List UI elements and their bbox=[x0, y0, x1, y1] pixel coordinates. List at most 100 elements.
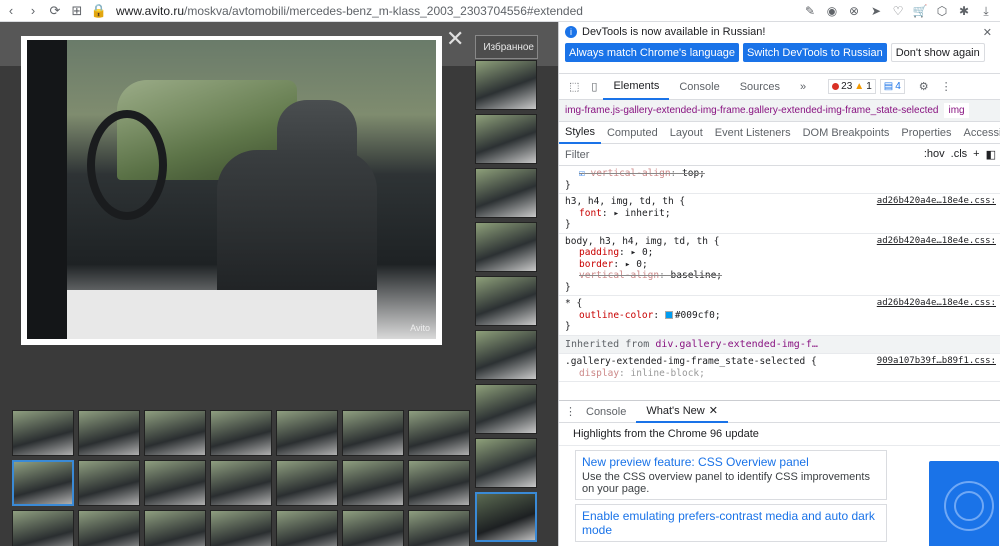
grid-thumbnail[interactable] bbox=[408, 460, 470, 506]
side-thumbnail[interactable] bbox=[475, 330, 537, 380]
feature-card-title[interactable]: Enable emulating prefers-contrast media … bbox=[582, 509, 880, 537]
grid-thumbnail[interactable] bbox=[342, 510, 404, 546]
close-tab-icon[interactable]: ✕ bbox=[709, 404, 718, 417]
heart-icon[interactable]: ♡ bbox=[888, 4, 908, 18]
side-thumbnail[interactable] bbox=[475, 114, 537, 164]
style-property[interactable]: display: inline-block; bbox=[565, 368, 994, 380]
puzzle-icon[interactable]: ✱ bbox=[954, 4, 974, 18]
style-property[interactable]: vertical-align: baseline; bbox=[565, 270, 994, 282]
messages-badge[interactable]: ▤ 4 bbox=[879, 79, 905, 94]
address-bar[interactable]: www.avito.ru /moskva/avtomobili/mercedes… bbox=[116, 4, 583, 18]
tab-sources[interactable]: Sources bbox=[730, 74, 790, 100]
grid-thumbnail[interactable] bbox=[408, 410, 470, 456]
favorite-button[interactable]: Избранное bbox=[475, 35, 538, 59]
grid-thumbnail[interactable] bbox=[342, 410, 404, 456]
style-property[interactable]: ☑ vertical-align: top; bbox=[565, 168, 994, 180]
device-icon[interactable]: ▯ bbox=[585, 74, 603, 100]
checkbox-icon[interactable]: ☑ bbox=[579, 168, 585, 179]
subtab-accessibility[interactable]: Accessibility bbox=[958, 122, 1000, 144]
feature-card[interactable]: Enable emulating prefers-contrast media … bbox=[575, 504, 887, 542]
download-icon[interactable]: ⤓ bbox=[976, 4, 996, 19]
gallery-main-image[interactable]: Avito bbox=[21, 36, 442, 345]
rule-close: } bbox=[565, 281, 571, 293]
hov-toggle[interactable]: :hov bbox=[924, 148, 945, 161]
grid-thumbnail[interactable] bbox=[12, 510, 74, 546]
grid-thumbnail[interactable] bbox=[210, 510, 272, 546]
grid-thumbnail[interactable] bbox=[210, 410, 272, 456]
feature-card[interactable]: New preview feature: CSS Overview panel … bbox=[575, 450, 887, 500]
subtab-event-listeners[interactable]: Event Listeners bbox=[709, 122, 797, 144]
grid-thumbnail[interactable] bbox=[144, 410, 206, 456]
tab-elements[interactable]: Elements bbox=[603, 74, 670, 100]
grid-thumbnail[interactable] bbox=[78, 510, 140, 546]
subtab-dom-breakpoints[interactable]: DOM Breakpoints bbox=[797, 122, 896, 144]
breadcrumb-item[interactable]: img-frame.js-gallery-extended-img-frame.… bbox=[565, 105, 938, 116]
tab-console[interactable]: Console bbox=[669, 74, 729, 100]
inherited-link[interactable]: div.gallery-extended-img-f… bbox=[655, 339, 818, 350]
reload-icon[interactable]: ⟳ bbox=[44, 3, 66, 19]
drawer-menu-icon[interactable]: ⋮ bbox=[565, 405, 576, 418]
cls-toggle[interactable]: .cls bbox=[951, 148, 968, 161]
property-name: border bbox=[579, 258, 614, 270]
subtab-properties[interactable]: Properties bbox=[895, 122, 957, 144]
style-property[interactable]: padding: ▸ 0; bbox=[565, 247, 994, 259]
style-property[interactable]: border: ▸ 0; bbox=[565, 259, 994, 271]
send-icon[interactable]: ➤ bbox=[866, 4, 886, 18]
grid-thumbnail-selected[interactable] bbox=[12, 460, 74, 506]
grid-thumbnail[interactable] bbox=[276, 410, 338, 456]
cart-icon[interactable]: 🛒 bbox=[910, 4, 930, 18]
rule-source-link[interactable]: ad26b420a4e…18e4e.css: bbox=[877, 298, 996, 310]
rule-source-link[interactable]: ad26b420a4e…18e4e.css: bbox=[877, 236, 996, 248]
back-icon[interactable]: ‹ bbox=[0, 3, 22, 18]
grid-thumbnail[interactable] bbox=[12, 410, 74, 456]
issues-badge[interactable]: 23 ▲ 1 bbox=[828, 79, 876, 94]
rule-source-link[interactable]: 909a107b39f…b89f1.css: bbox=[877, 356, 996, 368]
style-property[interactable]: font: ▸ inherit; bbox=[565, 208, 994, 220]
drawer-tab-console[interactable]: Console bbox=[576, 401, 636, 423]
subtab-styles[interactable]: Styles bbox=[559, 122, 601, 144]
grid-thumbnail[interactable] bbox=[210, 460, 272, 506]
grid-thumbnail[interactable] bbox=[144, 510, 206, 546]
dont-show-button[interactable]: Don't show again bbox=[890, 43, 985, 62]
subtab-computed[interactable]: Computed bbox=[601, 122, 664, 144]
side-thumbnail[interactable] bbox=[475, 276, 537, 326]
more-tabs-icon[interactable]: » bbox=[790, 74, 816, 100]
side-thumbnail[interactable] bbox=[475, 438, 537, 488]
side-thumbnail-selected[interactable] bbox=[475, 492, 537, 542]
subtab-layout[interactable]: Layout bbox=[664, 122, 709, 144]
camera-icon[interactable]: ◉ bbox=[822, 4, 842, 18]
side-thumbnail[interactable] bbox=[475, 384, 537, 434]
filter-input[interactable]: Filter bbox=[565, 149, 589, 161]
grid-thumbnail[interactable] bbox=[276, 510, 338, 546]
match-language-button[interactable]: Always match Chrome's language bbox=[565, 43, 739, 62]
apps-icon[interactable]: ⊞ bbox=[66, 3, 88, 19]
grid-thumbnail[interactable] bbox=[276, 460, 338, 506]
close-banner-icon[interactable]: ✕ bbox=[983, 26, 992, 39]
rule-source-link[interactable]: ad26b420a4e…18e4e.css: bbox=[877, 196, 996, 208]
color-swatch[interactable] bbox=[664, 311, 673, 319]
extension-icon[interactable]: ⬡ bbox=[932, 4, 952, 18]
inherited-header: Inherited from div.gallery-extended-img-… bbox=[559, 335, 1000, 354]
sidebar-toggle-icon[interactable]: ◧ bbox=[986, 148, 996, 161]
side-thumbnail[interactable] bbox=[475, 168, 537, 218]
grid-thumbnail[interactable] bbox=[408, 510, 470, 546]
close-icon[interactable]: ✕ bbox=[446, 28, 464, 50]
grid-thumbnail[interactable] bbox=[342, 460, 404, 506]
feature-card-title[interactable]: New preview feature: CSS Overview panel bbox=[582, 455, 880, 469]
gear-icon[interactable]: ⚙ bbox=[913, 74, 935, 100]
grid-thumbnail[interactable] bbox=[78, 410, 140, 456]
edit-icon[interactable]: ✎ bbox=[800, 4, 820, 18]
side-thumbnail[interactable] bbox=[475, 222, 537, 272]
breadcrumb-item-selected[interactable]: img bbox=[944, 103, 969, 118]
block-icon[interactable]: ⊗ bbox=[844, 4, 864, 18]
kebab-menu-icon[interactable]: ⋮ bbox=[935, 74, 958, 100]
style-property[interactable]: outline-color: #009cf0; bbox=[565, 310, 994, 322]
switch-russian-button[interactable]: Switch DevTools to Russian bbox=[742, 43, 887, 62]
forward-icon[interactable]: › bbox=[22, 3, 44, 18]
grid-thumbnail[interactable] bbox=[78, 460, 140, 506]
inspect-icon[interactable]: ⬚ bbox=[563, 74, 585, 100]
side-thumbnail[interactable] bbox=[475, 60, 537, 110]
drawer-tab-whats-new[interactable]: What's New ✕ bbox=[636, 401, 728, 423]
grid-thumbnail[interactable] bbox=[144, 460, 206, 506]
new-rule-icon[interactable]: + bbox=[973, 148, 979, 161]
